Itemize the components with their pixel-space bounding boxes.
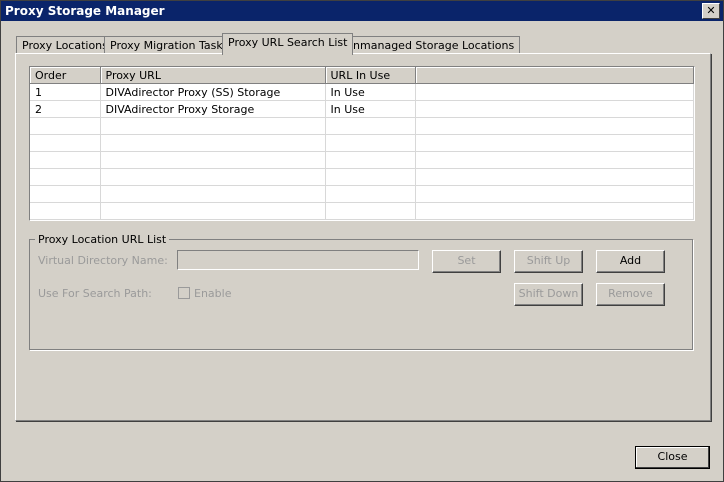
empty-row <box>30 151 694 169</box>
add-button[interactable]: Add <box>596 250 665 273</box>
virtual-directory-label: Virtual Directory Name: <box>38 254 168 267</box>
empty-row <box>30 168 694 186</box>
cell-url-in-use: In Use <box>325 83 416 101</box>
column-header-order[interactable]: Order <box>30 67 101 84</box>
proxy-url-grid[interactable]: Order Proxy URL URL In Use 1 DIVAdirecto… <box>29 66 695 221</box>
shift-up-button[interactable]: Shift Up <box>514 250 583 273</box>
proxy-storage-manager-window: Proxy Storage Manager ✕ Proxy Locations … <box>0 0 724 482</box>
group-title: Proxy Location URL List <box>35 233 170 246</box>
cell-order: 2 <box>30 100 101 118</box>
empty-row <box>30 185 694 203</box>
tab-proxy-url-search-list[interactable]: Proxy URL Search List <box>222 33 354 55</box>
grid-header-row: Order Proxy URL URL In Use <box>30 67 694 84</box>
empty-row <box>30 202 694 220</box>
remove-button[interactable]: Remove <box>596 283 665 306</box>
enable-checkbox[interactable] <box>178 287 190 299</box>
close-button[interactable]: Close <box>635 446 710 469</box>
cell-proxy-url: DIVAdirector Proxy (SS) Storage <box>100 83 326 101</box>
cell-url-in-use: In Use <box>325 100 416 118</box>
table-row[interactable]: 1 DIVAdirector Proxy (SS) Storage In Use <box>30 83 694 101</box>
enable-label: Enable <box>194 287 232 300</box>
table-row[interactable]: 2 DIVAdirector Proxy Storage In Use <box>30 100 694 118</box>
close-icon[interactable]: ✕ <box>702 3 720 19</box>
empty-row <box>30 134 694 152</box>
cell-proxy-url: DIVAdirector Proxy Storage <box>100 100 326 118</box>
cell-filler <box>415 83 694 101</box>
search-path-label: Use For Search Path: <box>38 287 152 300</box>
empty-row <box>30 117 694 135</box>
title-bar: Proxy Storage Manager ✕ <box>1 1 723 21</box>
virtual-directory-input[interactable] <box>177 250 419 270</box>
column-header-proxy-url[interactable]: Proxy URL <box>100 67 326 84</box>
window-title: Proxy Storage Manager <box>5 4 165 18</box>
cell-order: 1 <box>30 83 101 101</box>
column-header-filler <box>415 67 694 84</box>
cell-filler <box>415 100 694 118</box>
column-header-url-in-use[interactable]: URL In Use <box>325 67 416 84</box>
shift-down-button[interactable]: Shift Down <box>514 283 583 306</box>
set-button[interactable]: Set <box>432 250 501 273</box>
